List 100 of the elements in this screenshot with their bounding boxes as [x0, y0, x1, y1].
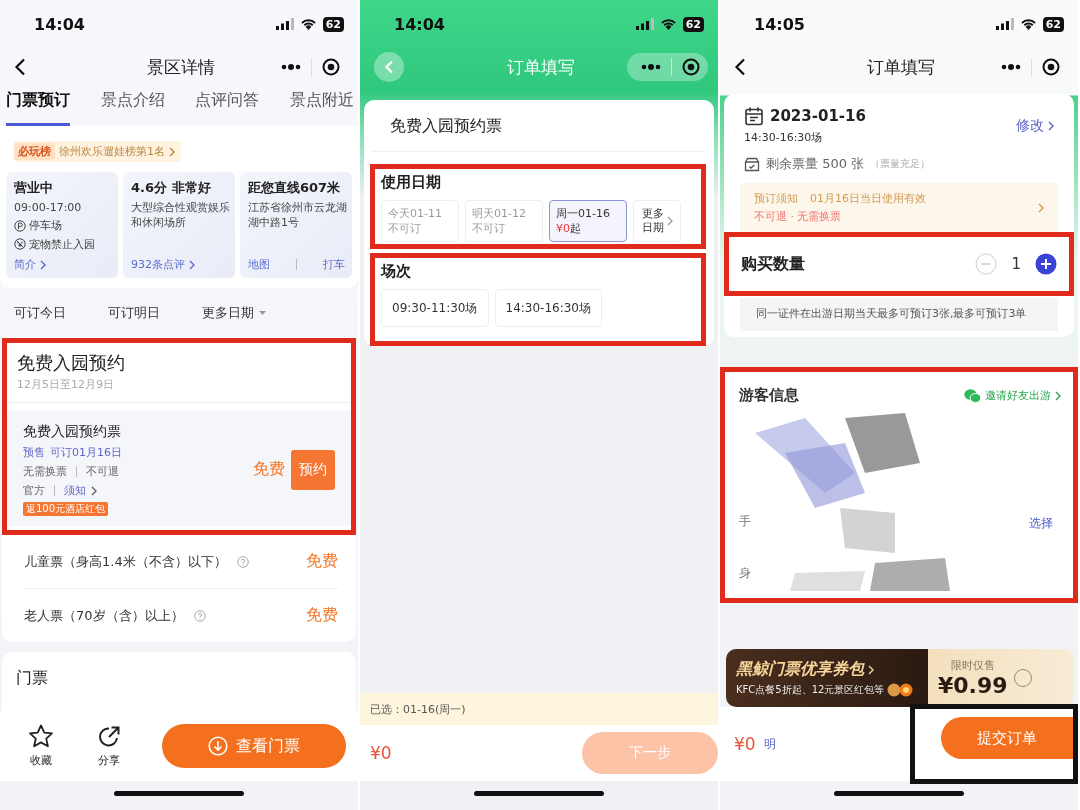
- battery-level: 62: [322, 16, 344, 32]
- wechat-icon: [964, 388, 981, 403]
- more-icon[interactable]: [641, 64, 661, 70]
- stock-note: （票量充足）: [870, 157, 931, 171]
- chevron-icon: [169, 146, 175, 157]
- chevron-icon: [1048, 120, 1054, 131]
- battery-level: 62: [682, 16, 704, 32]
- info-card-link[interactable]: 地图: [248, 257, 270, 272]
- chevron-icon: [91, 485, 97, 496]
- info-card-text: 宠物禁止入园: [29, 236, 95, 253]
- close-target-icon[interactable]: [682, 58, 700, 76]
- ticket-name: 免费入园预约票: [23, 423, 121, 441]
- info-card-text: 大型综合性观赏娱乐和休闲场所: [131, 200, 230, 231]
- promo-title: 黑鲸门票优享券包: [736, 659, 864, 680]
- star-icon: [28, 724, 54, 749]
- date-filter[interactable]: 更多日期: [202, 304, 266, 322]
- ticket-name: 免费入园预约票: [372, 116, 706, 152]
- chevron-icon: [868, 664, 874, 675]
- wifi-icon: [659, 18, 677, 30]
- tab[interactable]: 景点附近: [289, 86, 354, 126]
- selection-text: 已选：01-16(周一): [370, 701, 466, 717]
- ranking-text: 徐州欢乐遛娃榜第1名: [59, 144, 165, 159]
- info-card-text: 江苏省徐州市云龙湖湖中路1号: [248, 200, 347, 231]
- limit-note: 同一证件在出游日期当天最多可预订3张,最多可预订3单: [740, 298, 1058, 331]
- more-icon[interactable]: [281, 64, 301, 70]
- field-label: 手: [739, 513, 751, 530]
- info-card-text: 09:00-17:00: [14, 200, 82, 216]
- ticket-box-icon: [744, 156, 760, 172]
- ticket-term: 不可退: [86, 464, 119, 479]
- status-time: 14:04: [394, 14, 445, 34]
- availability-text: 可订01月16日: [50, 445, 122, 460]
- notice-terms: 不可退 · 无需换票: [754, 209, 843, 224]
- promo-price: ¥0.99: [938, 673, 1008, 698]
- session-option[interactable]: 14:30-16:30场: [494, 289, 602, 327]
- back-icon: [384, 60, 394, 74]
- chevron-icon: [667, 216, 674, 226]
- close-target-icon[interactable]: [322, 58, 340, 76]
- page-title: 订单填写: [507, 55, 575, 79]
- ticket-price: 免费: [306, 551, 338, 572]
- section-title: 游客信息: [739, 386, 800, 405]
- promo-subtitle: KFC点餐5折起、12元景区红包等: [736, 683, 885, 697]
- info-card-title: 距您直线607米: [248, 179, 342, 197]
- parking-icon: [14, 220, 26, 233]
- total-price: ¥0: [734, 734, 756, 754]
- action-button[interactable]: 分享: [84, 724, 134, 768]
- date-filter[interactable]: 可订明日: [108, 304, 160, 322]
- section-title: 场次: [381, 262, 412, 281]
- chevron-icon: [189, 259, 195, 270]
- info-card-text: 停车场: [29, 218, 62, 234]
- food-icon: [887, 683, 914, 697]
- select-link[interactable]: 选择: [1029, 515, 1053, 532]
- field-label: 身: [739, 565, 751, 582]
- notice-validity: 01月16日当日使用有效: [810, 191, 926, 206]
- visit-date: 2023-01-16: [770, 107, 866, 125]
- ticket-term: 无需换票: [23, 464, 67, 479]
- edit-link[interactable]: 修改: [1016, 116, 1044, 135]
- ticket-source: 官方: [23, 483, 45, 498]
- info-card[interactable]: 4.6分 非常好 大型综合性观赏娱乐和休闲场所 932条点评: [123, 172, 235, 278]
- info-card-link[interactable]: 932条点评: [131, 257, 185, 272]
- date-filter[interactable]: 可订今日: [14, 304, 66, 322]
- more-dates-button[interactable]: 更多日期: [633, 200, 681, 242]
- section-title: 门票: [16, 668, 48, 687]
- ranking-tag: 必玩榜: [14, 143, 55, 160]
- tab[interactable]: 景点介绍: [100, 86, 165, 126]
- plus-button[interactable]: [1035, 253, 1057, 275]
- ticket-name: 老人票（70岁（含）以上）: [24, 606, 184, 625]
- details-link[interactable]: 明: [763, 735, 776, 753]
- tab[interactable]: 点评问答: [195, 86, 260, 126]
- battery-level: 62: [1042, 16, 1064, 32]
- back-icon[interactable]: [734, 58, 746, 76]
- quantity-value: 1: [1011, 255, 1021, 273]
- booking-period: 12月5日至12月9日: [7, 375, 351, 403]
- page-title: 订单填写: [867, 55, 935, 79]
- ticket-card[interactable]: 免费入园预约票 预售 可订01月16日 无需换票 不可退 官方 须知 返100元酒店红包 免费 预约: [7, 411, 351, 526]
- caret-icon: [259, 311, 266, 315]
- info-card[interactable]: 距您直线607米 江苏省徐州市云龙湖湖中路1号 地图 打车: [240, 172, 352, 278]
- calendar-icon: [744, 106, 764, 126]
- mini-program-capsule[interactable]: [627, 53, 708, 81]
- chevron-icon: [1038, 202, 1044, 213]
- info-card-link[interactable]: 打车: [323, 257, 345, 272]
- no-pets-icon: [14, 238, 26, 251]
- page-title: 景区详情: [147, 55, 215, 79]
- back-icon[interactable]: [14, 58, 26, 76]
- info-card[interactable]: 营业中 09:00-17:00 停车场 宠物禁止入园 简介: [6, 172, 118, 278]
- notice-link[interactable]: 须知: [64, 483, 86, 498]
- chevron-icon: [40, 259, 46, 270]
- action-button[interactable]: 收藏: [16, 724, 66, 768]
- status-time: 14:04: [34, 14, 85, 34]
- presale-tag: 预售: [23, 445, 45, 460]
- ticket-name: 儿童票（身高1.4米（不含）以下）: [24, 552, 227, 571]
- visit-session: 14:30-16:30场: [744, 130, 824, 145]
- more-icon[interactable]: [1001, 64, 1021, 70]
- wifi-icon: [1019, 18, 1037, 30]
- session-option[interactable]: 09:30-11:30场: [381, 289, 489, 327]
- total-price: ¥0: [370, 743, 392, 763]
- signal-icon: [275, 18, 294, 30]
- download-icon: [208, 736, 228, 756]
- close-target-icon[interactable]: [1042, 58, 1060, 76]
- date-option[interactable]: 周一01-16 ¥0起: [549, 200, 627, 242]
- info-card-link[interactable]: 简介: [14, 257, 36, 272]
